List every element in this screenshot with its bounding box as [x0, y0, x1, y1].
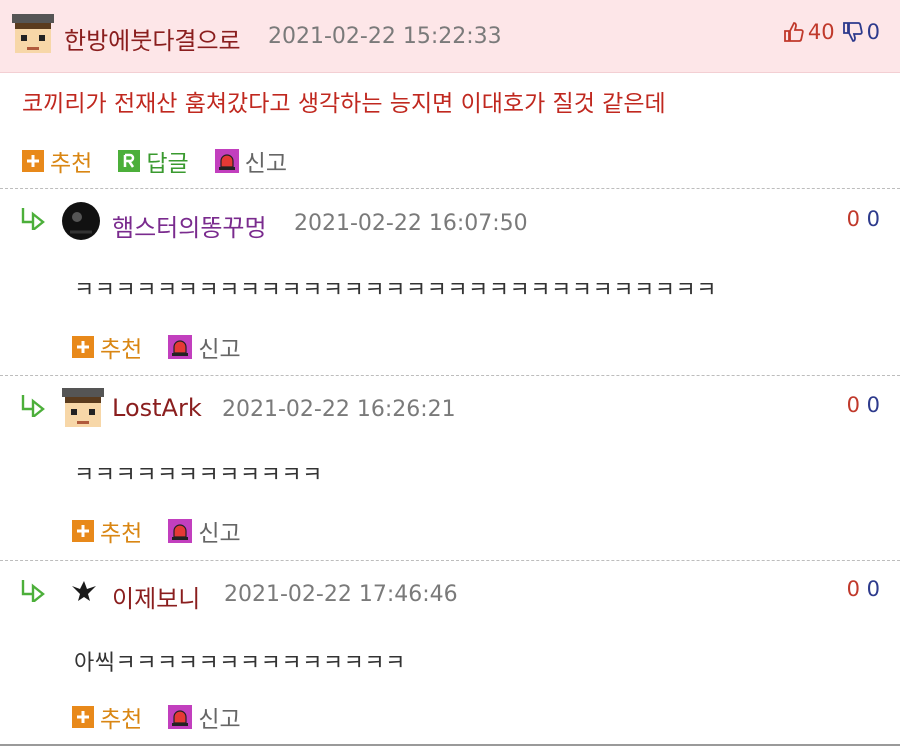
- thumbs-down-icon[interactable]: [841, 20, 865, 44]
- plus-icon: [22, 150, 44, 172]
- upvote-count: 40: [807, 20, 835, 44]
- vote-counts: 40 0: [782, 20, 880, 44]
- divider: [0, 560, 900, 561]
- comment-timestamp: 2021-02-22 16:26:21: [222, 397, 456, 422]
- comment-actions: 추천 신고: [72, 700, 267, 734]
- siren-icon: [168, 705, 193, 729]
- reply-r-icon: [118, 150, 141, 172]
- recommend-button[interactable]: 추천: [72, 514, 142, 548]
- vote-counts: 0 0: [847, 207, 880, 231]
- siren-icon: [168, 519, 193, 543]
- upvote-count[interactable]: 0: [847, 393, 860, 417]
- recommend-label: 추천: [100, 521, 143, 547]
- downvote-count[interactable]: 0: [867, 577, 880, 601]
- comment-timestamp: 2021-02-22 15:22:33: [268, 24, 502, 49]
- comment-author[interactable]: LostArk: [112, 394, 202, 422]
- comment-body: ㅋㅋㅋㅋㅋㅋㅋㅋㅋㅋㅋㅋㅋㅋㅋㅋㅋㅋㅋㅋㅋㅋㅋㅋㅋㅋㅋㅋㅋㅋㅋ: [74, 278, 717, 303]
- downvote-count: 0: [866, 20, 880, 44]
- recommend-button[interactable]: 추천: [22, 144, 92, 178]
- report-button[interactable]: 신고: [168, 330, 241, 364]
- report-label: 신고: [198, 521, 241, 547]
- report-button[interactable]: 신고: [168, 514, 241, 548]
- comment-author[interactable]: 한방에붓다결으로: [64, 21, 241, 56]
- avatar[interactable]: [60, 200, 102, 242]
- divider: [0, 188, 900, 189]
- recommend-label: 추천: [50, 151, 93, 177]
- reply-arrow-icon: [20, 393, 48, 417]
- recommend-label: 추천: [100, 337, 143, 363]
- comment-timestamp: 2021-02-22 17:46:46: [224, 582, 458, 607]
- downvote-count[interactable]: 0: [867, 393, 880, 417]
- recommend-button[interactable]: 추천: [72, 330, 142, 364]
- recommend-label: 추천: [100, 707, 143, 733]
- upvote-count[interactable]: 0: [847, 577, 860, 601]
- comment-thread: 한방에붓다결으로 2021-02-22 15:22:33 40 0 코끼리가 전…: [0, 0, 900, 747]
- avatar[interactable]: [12, 14, 54, 56]
- vote-counts: 0 0: [847, 577, 880, 601]
- vote-counts: 0 0: [847, 393, 880, 417]
- downvote-count[interactable]: 0: [867, 207, 880, 231]
- comment-author[interactable]: 햄스터의똥꾸멍: [112, 208, 267, 243]
- reply-arrow-icon: [20, 206, 48, 230]
- comment-timestamp: 2021-02-22 16:07:50: [294, 211, 528, 236]
- report-label: 신고: [198, 707, 241, 733]
- comment-body: 코끼리가 전재산 훔쳐갔다고 생각하는 능지면 이대호가 질것 같은데: [22, 91, 666, 117]
- siren-icon: [214, 149, 239, 173]
- comment-body: 아씩ㅋㅋㅋㅋㅋㅋㅋㅋㅋㅋㅋㅋㅋㅋ: [74, 651, 406, 676]
- report-button[interactable]: 신고: [214, 144, 287, 178]
- bird-avatar-icon[interactable]: [70, 578, 98, 602]
- report-label: 신고: [198, 337, 241, 363]
- comment-actions: 추천 신고: [72, 330, 267, 364]
- plus-icon: [72, 706, 94, 728]
- divider: [0, 744, 900, 746]
- recommend-button[interactable]: 추천: [72, 700, 142, 734]
- plus-icon: [72, 520, 94, 542]
- divider: [0, 375, 900, 376]
- comment-actions: 추천 답글 신고: [22, 144, 313, 178]
- reply-label: 답글: [146, 151, 189, 177]
- comment-body: ㅋㅋㅋㅋㅋㅋㅋㅋㅋㅋㅋㅋ: [74, 463, 323, 488]
- report-button[interactable]: 신고: [168, 700, 241, 734]
- plus-icon: [72, 336, 94, 358]
- reply-button[interactable]: 답글: [118, 144, 189, 178]
- report-label: 신고: [244, 151, 287, 177]
- thumbs-up-icon[interactable]: [782, 20, 806, 44]
- comment-author[interactable]: 이제보니: [112, 579, 200, 614]
- avatar[interactable]: [62, 388, 104, 430]
- upvote-count[interactable]: 0: [847, 207, 860, 231]
- comment-actions: 추천 신고: [72, 514, 267, 548]
- reply-arrow-icon: [20, 578, 48, 602]
- siren-icon: [168, 335, 193, 359]
